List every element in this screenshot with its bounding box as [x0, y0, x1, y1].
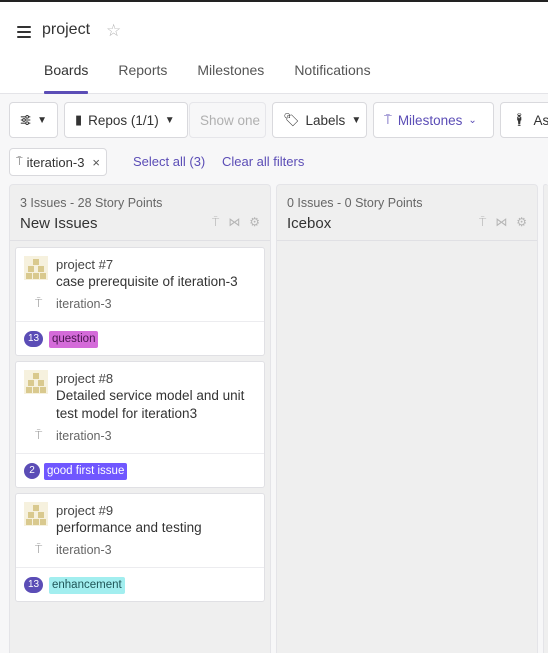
labels-dropdown[interactable]: 🏷︎ Labels ▼	[272, 102, 367, 138]
column-header: 3 Issues - 28 Story Points New Issues ⍑ …	[10, 185, 270, 241]
column-icebox: 0 Issues - 0 Story Points Icebox ⍑ ⋈ ⚙	[276, 184, 538, 653]
issue-ref: project #7	[56, 257, 114, 272]
story-points-badge: 2	[24, 463, 40, 479]
issue-count: 3 Issues	[20, 196, 67, 210]
issue-milestone: iteration-3	[56, 543, 112, 557]
user-icon: 🕴︎	[511, 112, 528, 127]
column-new-issues: 3 Issues - 28 Story Points New Issues ⍑ …	[9, 184, 271, 653]
milestone-icon: ⍑	[35, 296, 43, 310]
label-badge[interactable]: enhancement	[49, 577, 125, 594]
card-body: project #7 case prerequisite of iteratio…	[16, 248, 264, 322]
tab-notifications[interactable]: Notifications	[280, 60, 384, 94]
repos-label: Repos (1/1)	[88, 112, 159, 128]
gear-icon[interactable]: ⚙	[516, 215, 527, 230]
story-points: - 0 Story Points	[333, 196, 423, 210]
story-points: - 28 Story Points	[66, 196, 163, 210]
tab-milestones[interactable]: Milestones	[183, 60, 278, 94]
card-footer: 13 enhancement	[16, 568, 264, 602]
card-footer: 2 good first issue	[16, 454, 264, 488]
issue-milestone: iteration-3	[56, 429, 112, 443]
menu-icon[interactable]	[17, 26, 31, 38]
assignees-label: Assi	[533, 112, 548, 128]
active-filters: ⍑ iteration-3 × Select all (3) Clear all…	[0, 148, 548, 180]
label-badge[interactable]: question	[49, 331, 99, 348]
chevron-down-icon: ⌄	[468, 114, 477, 126]
show-one-label: Show one	[200, 112, 261, 128]
story-points-badge: 13	[24, 331, 44, 347]
sliders-icon	[20, 115, 31, 125]
column-actions: ⍑ ⋈ ⚙	[479, 215, 527, 230]
assignees-dropdown[interactable]: 🕴︎ Assi	[500, 102, 548, 138]
issue-title[interactable]: performance and testing	[56, 519, 261, 537]
issue-title[interactable]: Detailed service model and unit test mod…	[56, 387, 261, 423]
filter-chip-milestone: ⍑ iteration-3 ×	[9, 148, 108, 176]
tab-bar: Boards Reports Milestones Notifications	[30, 60, 387, 94]
milestones-label: Milestones	[397, 112, 463, 128]
collapse-icon[interactable]: ⋈	[495, 215, 507, 230]
issue-ref: project #8	[56, 371, 114, 386]
tag-icon: 🏷︎	[283, 112, 300, 127]
chevron-down-icon: ▼	[164, 114, 175, 126]
gear-icon[interactable]: ⚙	[249, 215, 260, 230]
milestone-icon: ⍑	[16, 155, 23, 168]
card-body: project #8 Detailed service model and un…	[16, 362, 264, 454]
milestone-icon[interactable]: ⍑	[212, 215, 219, 230]
tab-boards[interactable]: Boards	[30, 60, 102, 94]
issue-ref: project #9	[56, 503, 114, 518]
close-icon[interactable]: ×	[92, 155, 100, 170]
milestone-icon: ⍑	[35, 542, 43, 556]
labels-label: Labels	[305, 112, 346, 128]
board: 3 Issues - 28 Story Points New Issues ⍑ …	[0, 180, 548, 653]
milestone-icon[interactable]: ⍑	[479, 215, 486, 230]
issue-card[interactable]: project #7 case prerequisite of iteratio…	[15, 247, 265, 356]
issue-card[interactable]: project #9 performance and testing ⍑ ite…	[15, 493, 265, 602]
story-points-badge: 13	[24, 577, 44, 593]
settings-dropdown-button[interactable]: ▼	[9, 102, 58, 138]
column-meta: 0 Issues - 0 Story Points	[287, 196, 423, 210]
select-all-link[interactable]: Select all (3)	[133, 154, 205, 169]
issue-card[interactable]: project #8 Detailed service model and un…	[15, 361, 265, 488]
collapse-icon[interactable]: ⋈	[228, 215, 240, 230]
milestones-dropdown[interactable]: ⍑ Milestones ⌄	[373, 102, 494, 138]
milestone-icon: ⍑	[384, 112, 392, 127]
card-body: project #9 performance and testing ⍑ ite…	[16, 494, 264, 568]
label-badge[interactable]: good first issue	[44, 463, 128, 480]
chevron-down-icon: ▼	[351, 114, 362, 126]
column-meta: 3 Issues - 28 Story Points	[20, 196, 162, 210]
column-header: 0 Issues - 0 Story Points Icebox ⍑ ⋈ ⚙	[277, 185, 537, 241]
column-next	[543, 184, 548, 653]
repos-dropdown[interactable]: ▮ Repos (1/1) ▼	[64, 102, 188, 138]
avatar	[24, 370, 48, 394]
column-actions: ⍑ ⋈ ⚙	[212, 215, 260, 230]
column-title: New Issues	[20, 215, 98, 232]
clear-all-filters-link[interactable]: Clear all filters	[222, 154, 304, 169]
project-title[interactable]: project	[42, 21, 90, 39]
tab-reports[interactable]: Reports	[104, 60, 181, 94]
column-title: Icebox	[287, 215, 332, 232]
issue-count: 0 Issues	[287, 196, 334, 210]
issue-milestone: iteration-3	[56, 297, 112, 311]
repo-icon: ▮	[75, 112, 83, 127]
card-footer: 13 question	[16, 322, 264, 356]
show-one-button[interactable]: Show one	[189, 102, 266, 138]
milestone-icon: ⍑	[35, 428, 43, 442]
filter-chip-label: iteration-3	[26, 154, 85, 170]
chevron-down-icon: ▼	[37, 114, 47, 126]
avatar	[24, 502, 48, 526]
header: project ☆ Boards Reports Milestones Noti…	[0, 2, 548, 94]
star-icon[interactable]: ☆	[106, 21, 121, 41]
avatar	[24, 256, 48, 280]
filter-bar: ▼ ▮ Repos (1/1) ▼ Show one 🏷︎ Labels ▼ ⍑…	[0, 94, 548, 148]
issue-title[interactable]: case prerequisite of iteration-3	[56, 273, 261, 291]
